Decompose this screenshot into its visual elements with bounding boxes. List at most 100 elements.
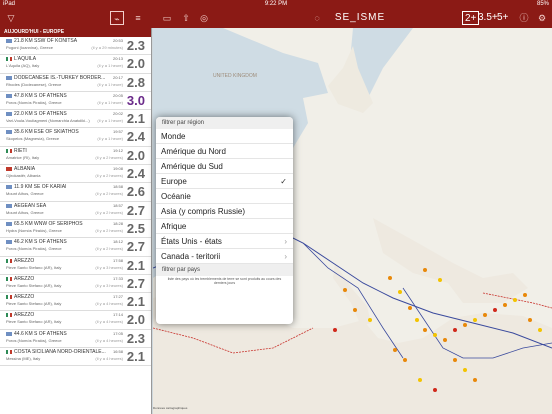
event-time: 18:12 — [112, 239, 123, 245]
region-option[interactable]: Canada - teritorii › — [156, 249, 293, 264]
earthquake-marker[interactable] — [493, 308, 497, 312]
filter-mag-5[interactable]: 5+ — [497, 11, 508, 25]
earthquake-marker[interactable] — [433, 333, 437, 337]
document-icon[interactable]: ▭ — [160, 11, 174, 25]
earthquake-marker[interactable] — [473, 318, 477, 322]
earthquake-marker[interactable] — [423, 328, 427, 332]
filter-mag-3-5[interactable]: 3.5+ — [478, 11, 498, 25]
gear-icon[interactable]: ⚙ — [535, 11, 549, 25]
region-option[interactable]: Amérique du Sud — [156, 159, 293, 174]
earthquake-marker[interactable] — [438, 278, 442, 282]
region-filter-header: filtrer par région — [156, 117, 293, 129]
list-icon[interactable]: ≡ — [131, 11, 145, 25]
earthquake-marker[interactable] — [513, 298, 517, 302]
earthquake-marker[interactable] — [388, 276, 392, 280]
event-row[interactable]: RIETI Amatrice (RI), Italy 19:12 (il y a 2 … — [0, 147, 151, 166]
earthquake-marker[interactable] — [415, 318, 419, 322]
event-title: AREZZO — [14, 257, 35, 264]
globe-icon[interactable]: ◎ — [197, 11, 211, 25]
region-option[interactable]: Monde — [156, 129, 293, 144]
event-magnitude: 2.4 — [126, 166, 145, 182]
event-title: RIETI — [14, 147, 27, 154]
region-option-label: Monde — [161, 132, 186, 141]
earthquake-marker[interactable] — [333, 328, 337, 332]
region-option[interactable]: États Unis - états › — [156, 234, 293, 249]
event-row[interactable]: AREZZO Pieve Santo Stefano (AR), Italy 17:… — [0, 275, 151, 294]
filter-mag-2[interactable]: 2+ — [462, 11, 480, 25]
event-row[interactable]: 47.8 KM S OF ATHENS Poros (Nomós Piraiós)… — [0, 92, 151, 111]
earthquake-marker[interactable] — [343, 288, 347, 292]
event-row[interactable]: 11.9 KM SE OF KARIAI Mount Athos, Greece 1… — [0, 183, 151, 202]
event-ago: (il y a 4 heures) — [95, 319, 123, 325]
event-row[interactable]: 22.0 KM S OF ATHENS Vari-Voula-Vouliagmen… — [0, 110, 151, 129]
region-option[interactable]: Afrique — [156, 219, 293, 234]
status-time: 9:22 PM — [264, 1, 288, 7]
event-time: 17:14 — [112, 312, 123, 318]
events-sidebar: AUJOURD'HUI - EUROPE 21.8 KM SSW OF KONI… — [0, 28, 152, 414]
earthquake-marker[interactable] — [453, 358, 457, 362]
country-filter-header[interactable]: filtrer par pays — [156, 264, 293, 276]
earthquake-marker[interactable] — [443, 338, 447, 342]
event-row[interactable]: DODECANESE IS.-TURKEY BORDER... Rhodes (D… — [0, 74, 151, 92]
event-row[interactable]: 35.6 KM ESE OF SKIATHOS Skopelos (Magnesí… — [0, 128, 151, 147]
earthquake-marker[interactable] — [403, 358, 407, 362]
earthquake-marker[interactable] — [453, 328, 457, 332]
chevron-right-icon: › — [284, 252, 287, 261]
event-ago: (il y a 4 heures) — [95, 356, 123, 362]
event-row[interactable]: AREZZO Pieve Santo Stefano (AR), Italy 17:… — [0, 311, 151, 330]
event-title: ALBANIA — [14, 166, 36, 173]
event-row[interactable]: ALBANIA Gjirokastër, Albania 19:08 (il y a … — [0, 165, 151, 184]
event-time: 17:58 — [112, 257, 123, 263]
event-row[interactable]: AEGEAN SEA Mount Athos, Greece 18:57 (il y … — [0, 202, 151, 220]
country-flag-icon — [6, 203, 12, 208]
region-option[interactable]: Europe ✓ — [156, 174, 293, 189]
event-row[interactable]: COSTA SICILIANA NORD-ORIENTALE... Messina… — [0, 348, 151, 367]
earthquake-marker[interactable] — [463, 368, 467, 372]
earthquake-marker[interactable] — [503, 303, 507, 307]
event-ago: (il y a 2 heures) — [95, 227, 123, 233]
event-row[interactable]: 46.2 KM S OF ATHENS Poros (Nomós Piraiós)… — [0, 238, 151, 257]
earthquake-marker[interactable] — [398, 290, 402, 294]
earthquake-marker[interactable] — [423, 268, 427, 272]
earthquake-marker[interactable] — [393, 348, 397, 352]
seismograph-icon[interactable]: ⌁ — [110, 11, 124, 25]
status-bar: iPad 9:22 PM 85% — [0, 0, 552, 9]
earthquake-marker[interactable] — [353, 308, 357, 312]
event-title: COSTA SICILIANA NORD-ORIENTALE... — [14, 349, 106, 356]
earthquake-marker[interactable] — [523, 293, 527, 297]
earthquake-marker[interactable] — [528, 318, 532, 322]
event-ago: (il y a 1 heure) — [97, 63, 123, 69]
event-row[interactable]: AREZZO Pieve Santo Stefano (AR), Italy 17:… — [0, 257, 151, 275]
earthquake-marker[interactable] — [463, 323, 467, 327]
earthquake-marker[interactable] — [538, 328, 542, 332]
event-title: 35.6 KM ESE OF SKIATHOS — [14, 129, 79, 136]
region-option[interactable]: Amérique du Nord — [156, 144, 293, 159]
event-time: 20:02 — [112, 111, 123, 117]
event-ago: (il y a 3 heures) — [95, 282, 123, 288]
event-magnitude: 3.0 — [126, 92, 145, 108]
region-option[interactable]: Océanie — [156, 189, 293, 204]
event-row[interactable]: 65.5 KM WNW OF SERIPHOS Hydra (Nomós Pira… — [0, 220, 151, 239]
map-credit: Données cartographiques — [153, 406, 188, 410]
event-time: 20:05 — [112, 92, 123, 98]
event-ago: (il y a 2 heures) — [95, 246, 123, 252]
event-magnitude: 2.8 — [126, 74, 145, 90]
section-header: AUJOURD'HUI - EUROPE — [0, 28, 151, 37]
earthquake-marker[interactable] — [408, 306, 412, 310]
earthquake-marker[interactable] — [418, 378, 422, 382]
earthquake-marker[interactable] — [473, 378, 477, 382]
info-icon[interactable]: ⓘ — [517, 11, 531, 25]
earthquake-marker[interactable] — [483, 313, 487, 317]
event-row[interactable]: 44.6 KM S OF ATHENS Poros (Nomós Piraiós)… — [0, 330, 151, 349]
event-row[interactable]: 21.8 KM SSW OF KONITSA Pogoni (Ioannina),… — [0, 37, 151, 56]
event-row[interactable]: AREZZO Pieve Santo Stefano (AR), Italy 17:… — [0, 293, 151, 312]
event-ago: (il y a 29 minutes) — [91, 45, 123, 50]
country-flag-icon — [6, 167, 12, 172]
event-row[interactable]: L'AQUILA L'Aquila (AQ), Italy 20:13 (il y a… — [0, 55, 151, 74]
share-icon[interactable]: ⇧ — [179, 11, 193, 25]
earthquake-marker[interactable] — [368, 318, 372, 322]
event-magnitude: 2.0 — [126, 312, 145, 328]
region-option[interactable]: Asia (y compris Russie) — [156, 204, 293, 219]
filter-icon[interactable]: ▽ — [4, 11, 18, 25]
earthquake-marker[interactable] — [433, 388, 437, 392]
